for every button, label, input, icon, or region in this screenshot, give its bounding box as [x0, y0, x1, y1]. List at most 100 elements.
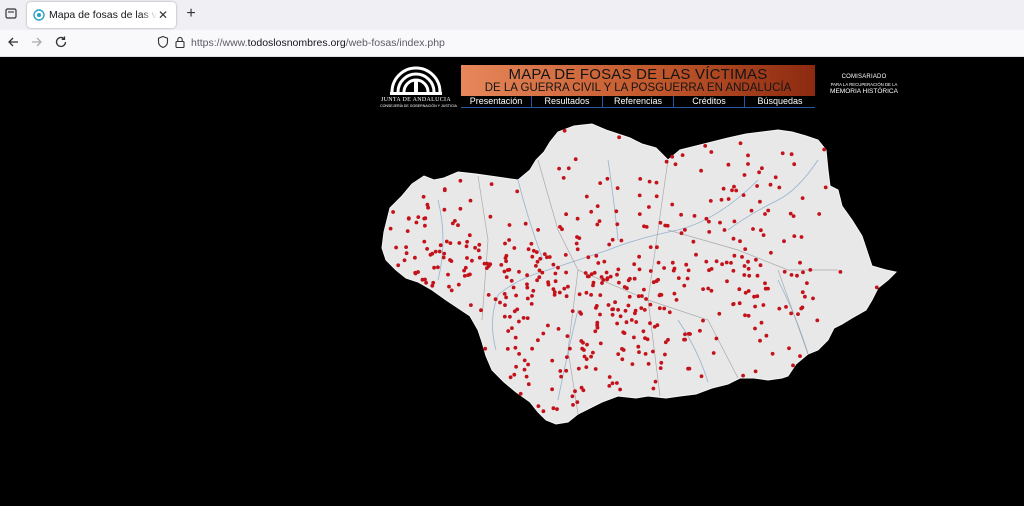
grave-marker[interactable] [456, 223, 460, 228]
grave-marker[interactable] [448, 258, 452, 262]
grave-marker[interactable] [562, 286, 567, 291]
grave-marker[interactable] [598, 293, 603, 297]
grave-marker[interactable] [763, 281, 767, 286]
grave-marker[interactable] [542, 252, 547, 256]
grave-marker[interactable] [442, 207, 447, 212]
grave-marker[interactable] [521, 316, 526, 320]
grave-marker[interactable] [672, 266, 677, 271]
grave-marker[interactable] [573, 157, 578, 162]
grave-marker[interactable] [607, 384, 612, 388]
grave-marker[interactable] [620, 357, 625, 362]
grave-marker[interactable] [577, 292, 582, 297]
grave-marker[interactable] [655, 323, 660, 328]
grave-marker[interactable] [468, 198, 473, 203]
grave-marker[interactable] [488, 262, 493, 267]
grave-marker[interactable] [404, 251, 409, 256]
grave-marker[interactable] [536, 338, 540, 343]
grave-marker[interactable] [557, 166, 561, 171]
grave-marker[interactable] [758, 199, 762, 204]
grave-marker[interactable] [643, 336, 647, 340]
grave-marker[interactable] [565, 355, 569, 359]
grave-marker[interactable] [597, 219, 602, 223]
grave-marker[interactable] [626, 278, 631, 283]
grave-marker[interactable] [425, 202, 430, 207]
grave-marker[interactable] [685, 276, 690, 281]
grave-marker[interactable] [792, 162, 797, 167]
grave-marker[interactable] [523, 221, 528, 226]
grave-marker[interactable] [538, 256, 543, 261]
grave-marker[interactable] [502, 292, 507, 296]
grave-marker[interactable] [604, 270, 609, 275]
grave-marker[interactable] [789, 311, 793, 316]
grave-marker[interactable] [551, 406, 556, 411]
grave-marker[interactable] [504, 275, 509, 279]
grave-marker[interactable] [670, 202, 675, 207]
grave-marker[interactable] [436, 265, 440, 270]
grave-marker[interactable] [458, 178, 463, 183]
grave-marker[interactable] [593, 367, 598, 371]
grave-marker[interactable] [800, 290, 805, 295]
grave-marker[interactable] [540, 270, 545, 275]
grave-marker[interactable] [637, 212, 642, 216]
grave-marker[interactable] [594, 304, 599, 308]
grave-marker[interactable] [630, 362, 635, 366]
grave-marker[interactable] [402, 258, 407, 263]
grave-marker[interactable] [422, 239, 427, 244]
grave-marker[interactable] [683, 228, 687, 232]
grave-marker[interactable] [773, 175, 778, 180]
grave-marker[interactable] [637, 254, 641, 259]
grave-marker[interactable] [507, 223, 512, 227]
grave-marker[interactable] [701, 287, 705, 291]
grave-marker[interactable] [805, 281, 809, 285]
grave-marker[interactable] [644, 297, 648, 301]
grave-marker[interactable] [632, 335, 636, 340]
grave-marker[interactable] [525, 296, 530, 301]
grave-marker[interactable] [720, 262, 724, 267]
grave-marker[interactable] [615, 186, 620, 190]
grave-marker[interactable] [488, 214, 493, 219]
grave-marker[interactable] [800, 305, 805, 310]
grave-marker[interactable] [659, 360, 664, 365]
grave-marker[interactable] [438, 243, 443, 248]
grave-marker[interactable] [430, 283, 435, 288]
grave-marker[interactable] [627, 294, 632, 299]
grave-marker[interactable] [526, 247, 531, 252]
grave-marker[interactable] [655, 245, 659, 250]
grave-marker[interactable] [585, 342, 589, 347]
grave-marker[interactable] [731, 268, 736, 273]
grave-marker[interactable] [564, 270, 568, 275]
grave-marker[interactable] [582, 354, 587, 359]
grave-marker[interactable] [707, 268, 711, 273]
grave-marker[interactable] [746, 289, 751, 293]
grave-marker[interactable] [610, 381, 615, 386]
grave-marker[interactable] [686, 268, 691, 273]
grave-marker[interactable] [798, 354, 802, 358]
grave-marker[interactable] [622, 331, 627, 335]
grave-marker[interactable] [465, 239, 469, 244]
grave-marker[interactable] [624, 320, 629, 325]
grave-marker[interactable] [667, 310, 672, 315]
grave-marker[interactable] [658, 220, 663, 225]
grave-marker[interactable] [591, 350, 595, 355]
grave-marker[interactable] [587, 274, 591, 279]
grave-marker[interactable] [708, 199, 713, 203]
grave-marker[interactable] [493, 297, 498, 302]
forward-icon[interactable] [29, 35, 45, 51]
grave-marker[interactable] [513, 345, 518, 350]
grave-marker[interactable] [726, 197, 731, 201]
grave-marker[interactable] [625, 286, 629, 291]
grave-marker[interactable] [743, 247, 748, 251]
grave-marker[interactable] [541, 331, 546, 336]
grave-marker[interactable] [477, 242, 482, 247]
grave-marker[interactable] [726, 162, 731, 167]
grave-marker[interactable] [505, 268, 510, 272]
grave-marker[interactable] [598, 312, 602, 317]
grave-marker[interactable] [526, 382, 531, 387]
grave-marker[interactable] [530, 294, 534, 298]
grave-marker[interactable] [646, 362, 651, 366]
grave-marker[interactable] [738, 141, 743, 146]
grave-marker[interactable] [732, 253, 737, 258]
grave-marker[interactable] [504, 259, 508, 264]
grave-marker[interactable] [687, 366, 692, 371]
grave-marker[interactable] [658, 366, 663, 370]
